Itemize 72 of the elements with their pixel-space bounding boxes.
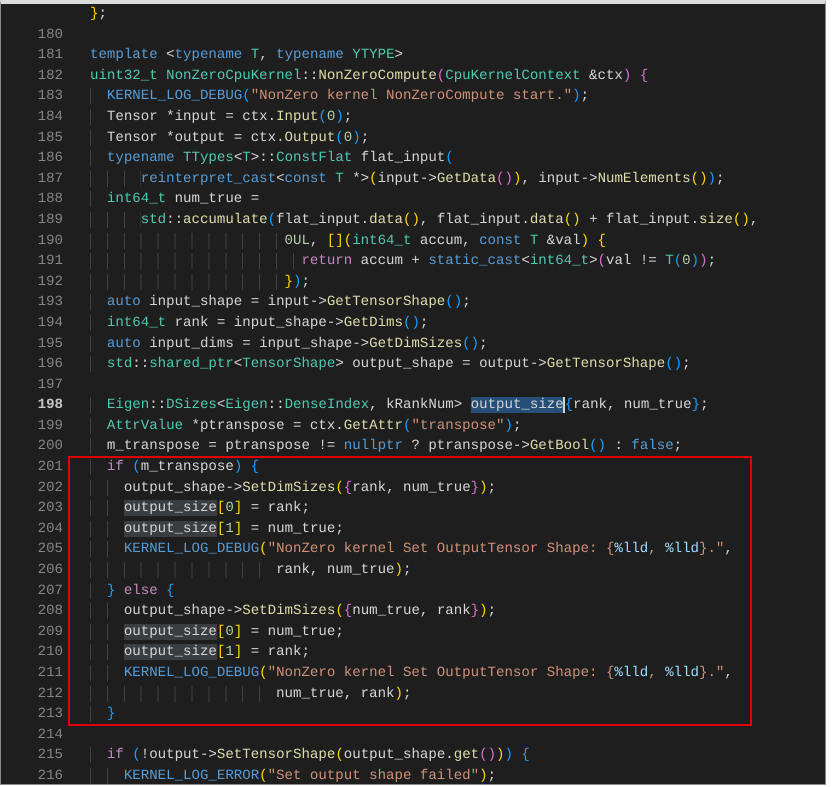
line-number: 204 <box>36 520 63 539</box>
code-line: output_size[0] = num_true; <box>90 622 344 642</box>
code-line: } <box>90 704 116 725</box>
code-line: std::shared_ptr<TensorShape> output_shape = output->GetTensorShape(); <box>90 354 691 375</box>
line-number: 186 <box>36 149 63 168</box>
code-line: auto input_dims = input_shape->GetDimSizes(); <box>90 334 488 354</box>
line-number: 193 <box>36 293 63 312</box>
line-number: 192 <box>36 272 63 292</box>
code-line: if (m_transpose) { <box>90 457 260 478</box>
line-number: 190 <box>36 232 63 251</box>
line-number: 191 <box>36 252 63 272</box>
code-line: }); <box>90 272 310 292</box>
code-line: std::accumulate(flat_input.data(), flat_input.data() + flat_input.size(), <box>90 210 758 231</box>
line-number: 187 <box>36 170 63 189</box>
code-line: num_true, rank); <box>90 684 412 704</box>
line-number: 194 <box>36 314 63 333</box>
line-number: 196 <box>36 355 63 374</box>
code-line: uint32_t NonZeroCpuKernel::NonZeroCompute(CpuKernelContext &ctx) { <box>90 66 648 86</box>
code-line: reinterpret_cast<const T *>(input->GetData()), input->NumElements()); <box>90 168 724 190</box>
line-number: 207 <box>36 582 63 601</box>
line-number: 202 <box>36 478 63 498</box>
code-line: auto input_shape = input->GetTensorShape(); <box>90 292 471 313</box>
code-line: AttrValue *ptranspose = ctx.GetAttr("transpose"); <box>90 416 522 436</box>
line-number: 215 <box>36 746 63 766</box>
line-number: 206 <box>36 561 63 580</box>
code-line: m_transpose = ptranspose != nullptr ? ptranspose->GetBool() : false; <box>90 436 682 458</box>
line-number: 182 <box>36 66 63 86</box>
code-line: int64_t rank = input_shape->GetDims(); <box>90 312 428 334</box>
code-line: template <typename T, typename YTYPE> <box>90 46 403 66</box>
line-number: 181 <box>36 46 63 66</box>
code-line: }; <box>90 5 107 24</box>
code-line: KERNEL_LOG_DEBUG("NonZero kernel NonZeroCompute start."); <box>90 86 590 107</box>
line-number: 201 <box>36 458 63 478</box>
line-number: 199 <box>36 416 63 436</box>
line-number: 213 <box>36 705 63 724</box>
line-number: 198 <box>36 396 63 416</box>
code-line: typename TTypes<T>::ConstFlat flat_input( <box>90 148 454 169</box>
line-number: 180 <box>36 26 63 45</box>
code-line: 0UL, [](int64_t accum, const T &val) { <box>90 230 606 252</box>
line-number: 183 <box>36 87 63 106</box>
code-line: output_shape->SetDimSizes({num_true, rank}); <box>90 601 496 622</box>
code-line: int64_t num_true = <box>90 189 260 210</box>
code-line: KERNEL_LOG_DEBUG("NonZero kernel Set OutputTensor Shape: {%lld, %lld}.", <box>90 663 733 684</box>
code-line: output_size[1] = rank; <box>90 642 310 663</box>
line-number: 195 <box>36 334 63 354</box>
line-number: 216 <box>36 766 63 784</box>
line-number: 189 <box>36 210 63 230</box>
line-number: 197 <box>36 376 63 395</box>
line-number: 211 <box>36 664 63 683</box>
line-number: 188 <box>36 190 63 210</box>
code-line: output_size[0] = rank; <box>90 498 310 519</box>
code-line: } else { <box>90 580 175 602</box>
code-line: Eigen::DSizes<Eigen::DenseIndex, kRankNum> output_size{rank, num_true}; <box>90 395 709 416</box>
line-number: 209 <box>36 622 63 642</box>
code-line: Tensor *input = ctx.Input(0); <box>90 106 352 128</box>
code-line: if (!output->SetTensorShape(output_shape.get())) { <box>90 745 530 766</box>
line-number: 210 <box>36 643 63 662</box>
line-number: 185 <box>36 128 63 148</box>
line-number: 205 <box>36 540 63 560</box>
line-number: 184 <box>36 108 63 127</box>
line-number: 214 <box>36 726 63 745</box>
code-line: output_size[1] = num_true; <box>90 518 344 540</box>
code-line: output_shape->SetDimSizes({rank, num_true}); <box>90 478 496 498</box>
line-number: 212 <box>36 684 63 704</box>
code-line: KERNEL_LOG_DEBUG("NonZero kernel Set OutputTensor Shape: {%lld, %lld}.", <box>90 539 733 560</box>
code-line: KERNEL_LOG_ERROR("Set output shape failed"); <box>90 766 496 784</box>
line-number: 208 <box>36 602 63 622</box>
code-line: rank, num_true); <box>90 560 412 581</box>
code-line: Tensor *output = ctx.Output(0); <box>90 128 370 148</box>
line-number: 200 <box>36 437 63 456</box>
code-line: return accum + static_cast<int64_t>(val != T(0)); <box>90 251 716 272</box>
line-number: 203 <box>36 499 63 518</box>
